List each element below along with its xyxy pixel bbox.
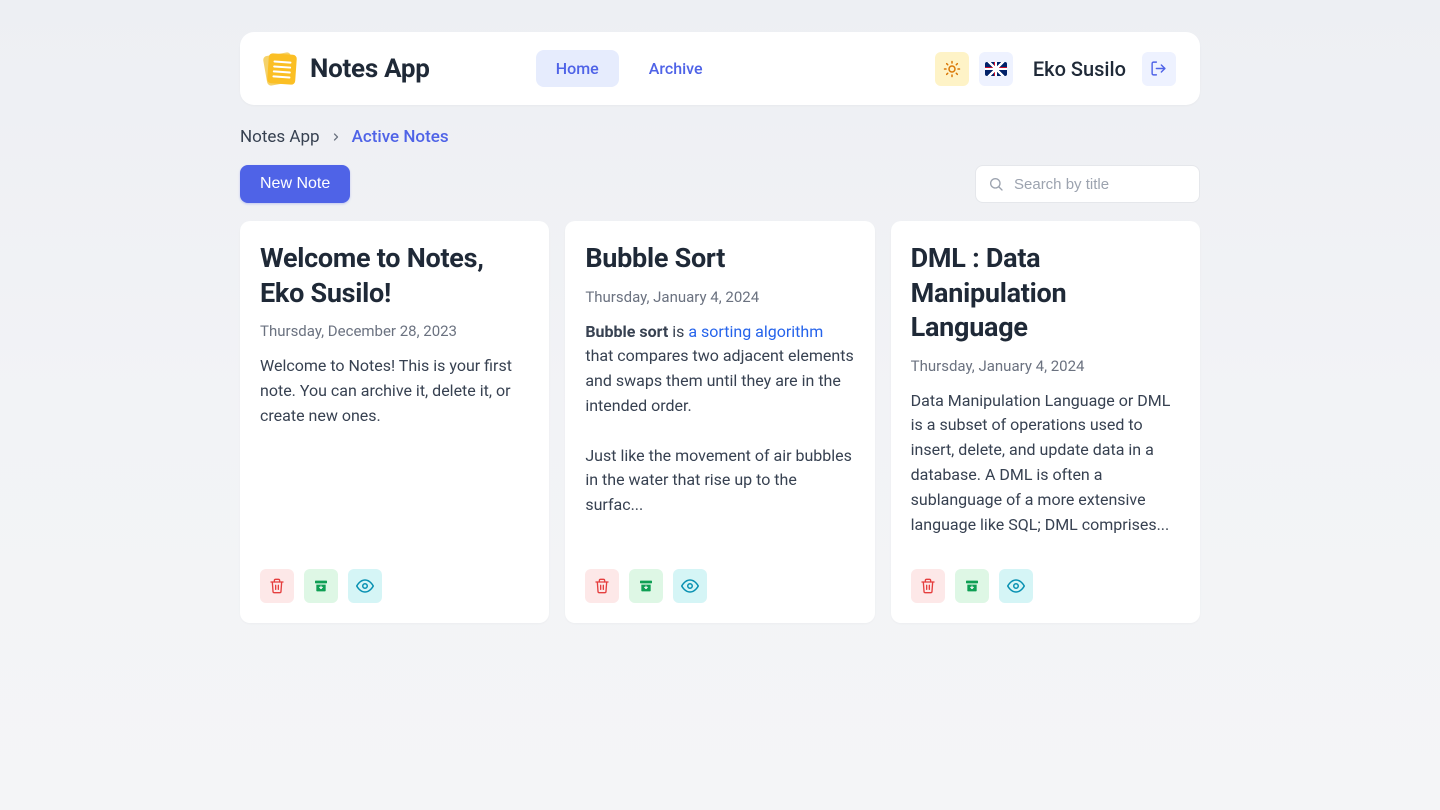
brand[interactable]: Notes App [264,52,430,86]
note-card: DML : Data Manipulation Language Thursda… [891,221,1200,623]
trash-icon [920,578,936,594]
view-button[interactable] [999,569,1033,603]
archive-icon [638,578,654,594]
search-input[interactable] [1012,175,1215,194]
delete-button[interactable] [585,569,619,603]
archive-icon [313,578,329,594]
uk-flag-icon [985,62,1007,76]
note-actions [260,569,529,603]
logout-icon [1150,60,1167,77]
note-card: Bubble Sort Thursday, January 4, 2024 Bu… [565,221,874,623]
language-button[interactable] [979,52,1013,86]
eye-icon [356,577,374,595]
new-note-button[interactable]: New Note [240,165,350,203]
nav: Home Archive [536,50,723,87]
header: Notes App Home Archive Eko Susilo [240,32,1200,105]
theme-toggle-button[interactable] [935,52,969,86]
trash-icon [594,578,610,594]
note-title: Welcome to Notes, Eko Susilo! [260,241,529,310]
archive-button[interactable] [955,569,989,603]
note-body: Welcome to Notes! This is your first not… [260,354,529,551]
archive-button[interactable] [304,569,338,603]
notes-grid: Welcome to Notes, Eko Susilo! Thursday, … [240,221,1200,623]
note-actions [585,569,854,603]
logout-button[interactable] [1142,52,1176,86]
breadcrumb: Notes App Active Notes [240,127,1200,147]
chevron-right-icon [330,131,342,143]
view-button[interactable] [673,569,707,603]
note-date: Thursday, January 4, 2024 [585,288,854,306]
brand-title: Notes App [310,54,430,84]
nav-home[interactable]: Home [536,50,619,87]
sun-icon [943,60,961,78]
archive-icon [964,578,980,594]
header-right: Eko Susilo [935,52,1176,86]
toolbar: New Note [240,165,1200,203]
view-button[interactable] [348,569,382,603]
note-title: Bubble Sort [585,241,854,276]
user-name: Eko Susilo [1033,57,1126,81]
archive-button[interactable] [629,569,663,603]
delete-button[interactable] [911,569,945,603]
note-card: Welcome to Notes, Eko Susilo! Thursday, … [240,221,549,623]
search-icon [988,176,1004,192]
note-date: Thursday, December 28, 2023 [260,322,529,340]
eye-icon [681,577,699,595]
note-body: Data Manipulation Language or DML is a s… [911,389,1180,552]
eye-icon [1007,577,1025,595]
breadcrumb-current: Active Notes [352,127,449,147]
nav-archive[interactable]: Archive [629,50,723,87]
breadcrumb-root[interactable]: Notes App [240,127,320,147]
note-body: Bubble sort is a sorting algorithm that … [585,320,854,552]
search-field[interactable] [975,165,1200,203]
delete-button[interactable] [260,569,294,603]
notes-logo-icon [264,52,298,86]
note-date: Thursday, January 4, 2024 [911,357,1180,375]
trash-icon [269,578,285,594]
note-title: DML : Data Manipulation Language [911,241,1180,345]
note-actions [911,569,1180,603]
